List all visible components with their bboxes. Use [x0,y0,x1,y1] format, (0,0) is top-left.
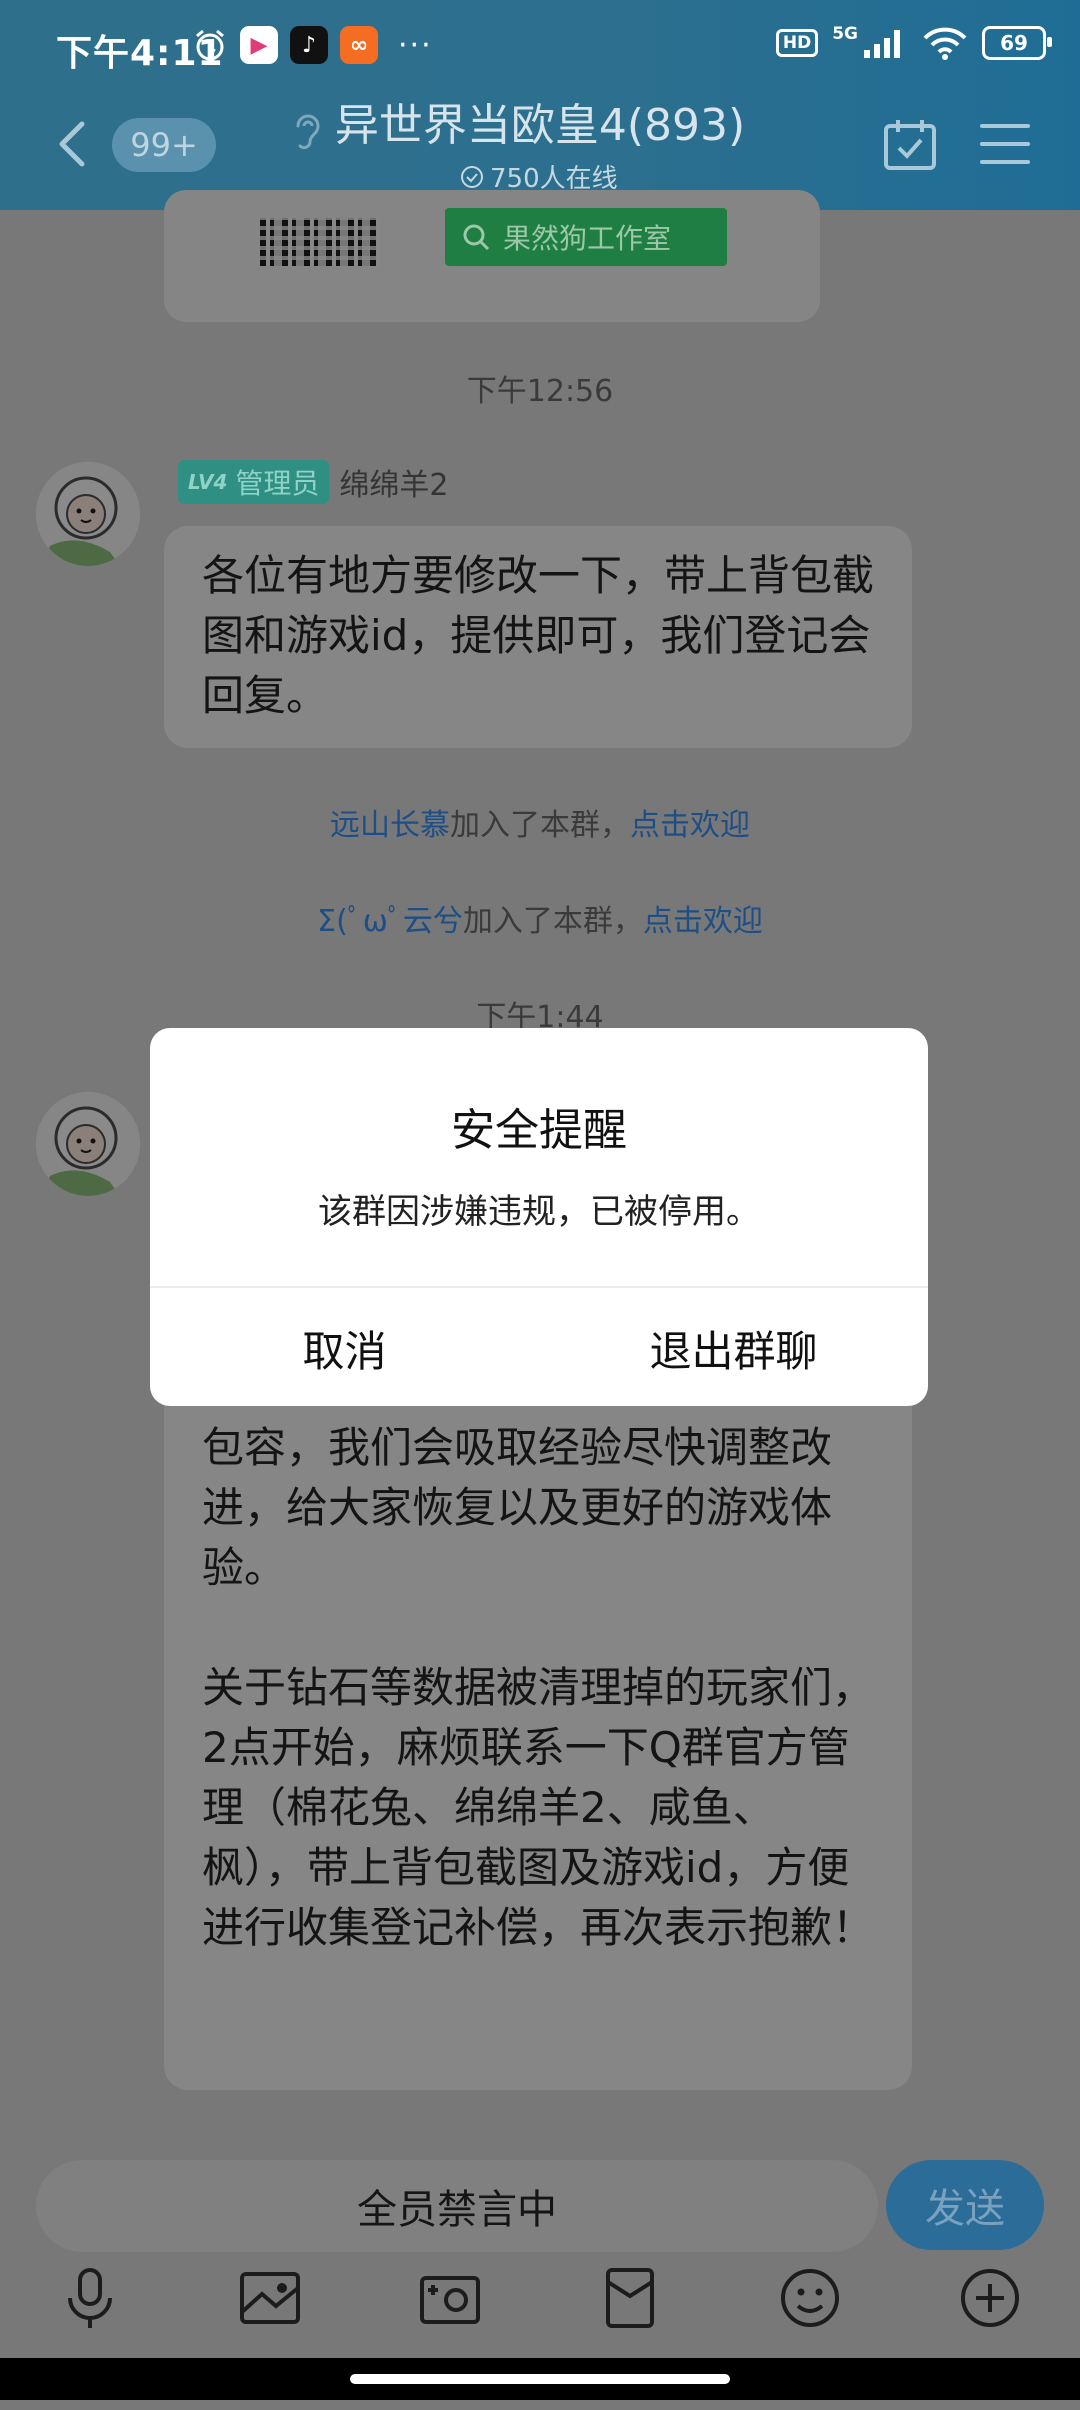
message-text: 关于钻石等数据被清理掉的玩家们，2点开始，麻烦联系一下Q群官方管理（棉花兔、绵绵… [202,1663,875,1952]
search-icon [463,224,490,251]
network-label: 5G [832,24,858,44]
join-text: 加入了本群， [450,808,630,843]
dialog-divider [150,1286,928,1288]
join-text: 加入了本群， [462,904,643,939]
join-user-name[interactable]: Σ(ﾟωﾟ云兮 [317,904,463,939]
status-right: HD 5G 69 [775,24,1052,60]
status-bar: 下午4:11 ▶ ♪ ∞ ··· HD 5G 69 [0,0,1080,100]
cancel-button[interactable]: 取消 [150,1290,539,1406]
group-title: 异世界当欧皇4(893) [334,100,746,151]
emoji-icon[interactable] [774,2262,846,2334]
sheep-avatar-icon [36,1092,140,1196]
plus-icon[interactable] [954,2262,1026,2334]
top-bar: 下午4:11 ▶ ♪ ∞ ··· HD 5G 69 99+ 异世界当欧皇4(89… [0,0,1080,210]
red-packet-icon[interactable] [594,2262,666,2334]
camera-icon[interactable] [414,2262,486,2334]
menu-icon[interactable] [978,120,1032,168]
online-check-icon [461,165,483,188]
dialog-title: 安全提醒 [451,1105,627,1156]
image-icon[interactable] [234,2262,306,2334]
sender-row: LV4 管理员 绵绵羊2 [178,460,449,504]
role-label: 管理员 [235,467,320,500]
muted-notice: 全员禁言中 [357,2187,557,2233]
timestamp: 下午12:56 [466,374,614,409]
group-title-area[interactable]: 异世界当欧皇4(893) [290,96,790,156]
admin-badge: LV4 管理员 [178,460,330,504]
more-notifications-icon: ··· [398,27,433,63]
welcome-link[interactable]: 点击欢迎 [643,904,763,939]
battery-indicator: 69 [982,26,1052,60]
exit-group-button[interactable]: 退出群聊 [539,1290,928,1406]
message-bubble[interactable]: 各位有地方要修改一下，带上背包截图和游戏id，提供即可，我们登记会回复。 [164,526,912,748]
avatar[interactable] [36,462,140,566]
tiktok-app-icon: ♪ [290,26,328,64]
message-input[interactable]: 全员禁言中 [36,2160,878,2252]
alarm-icon [196,29,224,61]
sender-name[interactable]: 绵绵羊2 [339,460,448,504]
home-indicator[interactable] [350,2374,730,2384]
shared-card[interactable]: 果然狗工作室 [164,190,820,322]
back-arrow-icon[interactable] [52,118,92,170]
unread-count-badge[interactable]: 99+ [112,118,216,172]
security-alert-dialog: 安全提醒 该群因涉嫌违规，已被停用。 取消 退出群聊 [150,1028,928,1406]
sheep-avatar-icon [36,462,140,566]
message-text: 各位有地方要修改一下，带上背包截图和游戏id，提供即可，我们登记会回复。 [202,551,875,720]
message-bubble[interactable]: 能给一些些我们调整的时间和失误的包容，我们会吸取经验尽快调整改进，给大家恢复以及… [164,1350,912,2090]
signal-icon [864,30,900,58]
mic-icon[interactable] [54,2262,126,2334]
youku-app-icon: ▶ [240,26,278,64]
level-label: LV4 [188,470,228,494]
search-official-button[interactable]: 果然狗工作室 [445,208,727,266]
dialog-message: 该群因涉嫌违规，已被停用。 [318,1192,760,1232]
wifi-icon [923,27,967,60]
welcome-link[interactable]: 点击欢迎 [630,808,750,843]
calendar-check-icon[interactable] [882,118,938,172]
system-join-notice: Σ(ﾟωﾟ云兮加入了本群，点击欢迎 [0,896,1080,940]
status-app-icons: ▶ ♪ ∞ ··· [192,26,433,64]
shop-app-icon: ∞ [340,26,378,64]
search-official-label: 果然狗工作室 [503,222,672,255]
send-button[interactable]: 发送 [886,2160,1044,2250]
system-join-notice: 远山长慕加入了本群，点击欢迎 [0,800,1080,844]
hd-badge: HD [775,29,819,57]
avatar[interactable] [36,1092,140,1196]
join-user-name[interactable]: 远山长慕 [330,808,450,843]
